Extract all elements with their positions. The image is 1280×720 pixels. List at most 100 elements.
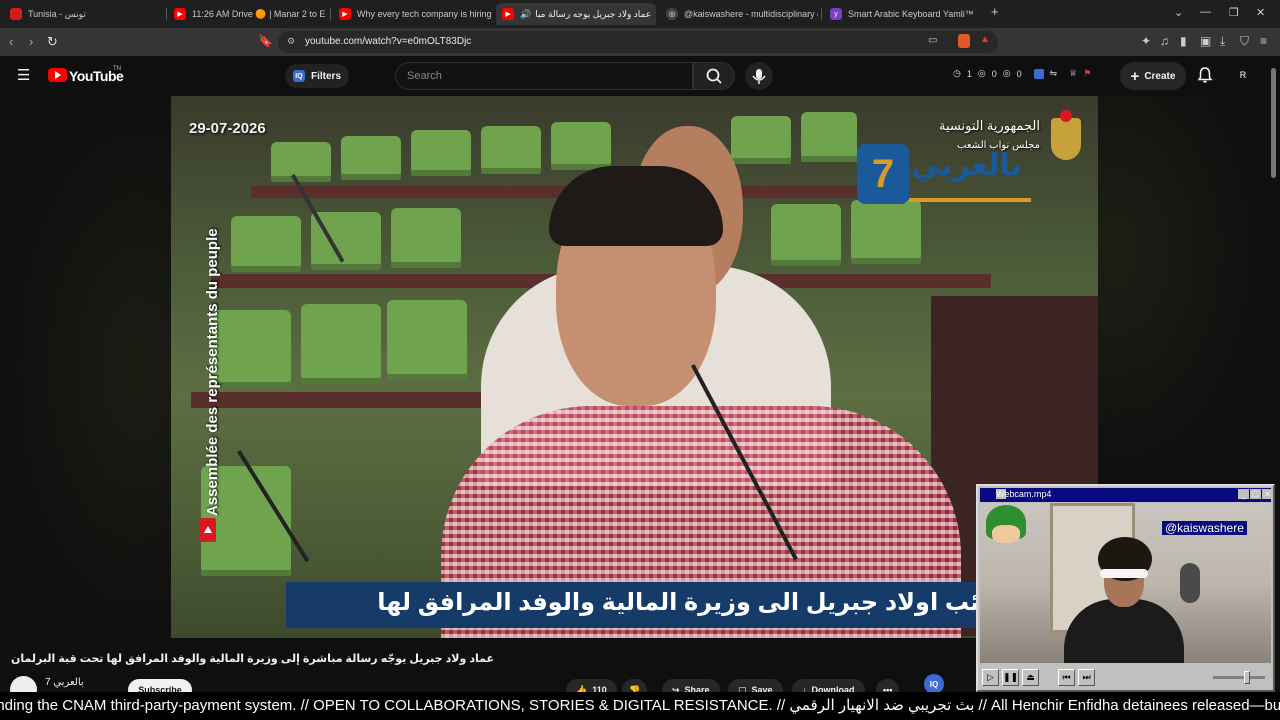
pause-icon[interactable]: ❚❚: [1002, 669, 1019, 686]
tab-label: Why every tech company is hiring fo: [357, 9, 491, 19]
tab-yamli[interactable]: y Smart Arabic Keyboard Yamli™: [824, 3, 982, 25]
tab-kaiswashere[interactable]: ◎ @kaiswashere - multidisciplinary dig: [660, 3, 818, 25]
wallet-icon[interactable]: ▣: [1200, 34, 1211, 48]
media-icon[interactable]: ♫: [1160, 34, 1169, 48]
seat: [551, 122, 611, 170]
audio-playing-icon[interactable]: 🔊: [520, 9, 531, 20]
tab-tunisia[interactable]: Tunisia - تونس: [4, 3, 164, 25]
play-icon[interactable]: ▷: [982, 669, 999, 686]
seat: [481, 126, 541, 174]
tab-label: 11:26 AM Drive 🟠 | Manar 2 to El C: [192, 8, 326, 19]
yamli-icon: y: [830, 8, 842, 20]
tab-search-chevron-icon[interactable]: ⌄: [1174, 6, 1183, 19]
tab-label: Smart Arabic Keyboard Yamli™: [848, 9, 974, 19]
tab-drive[interactable]: ▶ 11:26 AM Drive 🟠 | Manar 2 to El C: [168, 3, 326, 25]
seat: [341, 136, 401, 180]
webcam-window[interactable]: Webcam.mp4 _ □ × @kaiswashere ▷ ❚❚ ⏏ ⏮ ⏭: [976, 484, 1275, 692]
circle-icon: ◎: [1002, 68, 1011, 78]
counter-3: 0: [1016, 68, 1022, 79]
search-icon: [706, 68, 722, 84]
seat: [211, 310, 291, 388]
iq-extension-icon[interactable]: [1033, 68, 1044, 79]
seat: [301, 304, 381, 384]
brave-rewards-icon[interactable]: ▲: [980, 34, 990, 45]
speaker-hair: [549, 166, 723, 246]
volume-slider-knob[interactable]: [1244, 671, 1250, 684]
seat: [231, 216, 301, 272]
shuffle-icon[interactable]: ⇋: [1050, 68, 1058, 79]
next-track-icon[interactable]: ⏭: [1078, 669, 1095, 686]
tab-label: Tunisia - تونس: [28, 8, 86, 19]
address-bar-row: ‹ › ↻ 🔖 ⚙ youtube.com/watch?v=e0mOLT83Dj…: [0, 28, 1280, 56]
new-tab-button[interactable]: +: [991, 4, 999, 19]
ambient-right: [1098, 96, 1268, 486]
seat: [387, 300, 467, 380]
luigi-face: [992, 525, 1020, 543]
bookmark-icon[interactable]: 🔖: [258, 34, 273, 48]
seat: [851, 200, 921, 264]
seat: [771, 204, 841, 266]
extension-counters[interactable]: ◷ 1 ◎ 0 ◎ 0 ⇋ ♕ ⚑: [953, 68, 1091, 79]
eject-icon[interactable]: ⏏: [1022, 669, 1039, 686]
restore-button[interactable]: ❐: [1229, 6, 1239, 19]
volume-slider[interactable]: [1213, 676, 1265, 679]
url-text[interactable]: youtube.com/watch?v=e0mOLT83Djc: [305, 36, 471, 47]
hamburger-menu-icon[interactable]: ☰: [17, 66, 30, 84]
minimize-button[interactable]: —: [1200, 6, 1211, 18]
globe-icon: ◎: [666, 8, 678, 20]
brave-shield-icon[interactable]: [958, 34, 970, 48]
notifications-bell-icon[interactable]: [1196, 66, 1214, 84]
sidebar-icon[interactable]: ▮: [1180, 34, 1187, 48]
vertical-overlay: Assemblée des représentants du peuple: [201, 156, 221, 516]
channel-name[interactable]: بالعربي 7: [45, 677, 84, 688]
seat: [391, 208, 461, 268]
circle-icon: ◎: [977, 68, 986, 78]
create-button[interactable]: + Create: [1120, 62, 1186, 90]
iq-extension-button[interactable]: IQ: [924, 674, 944, 694]
timer-icon: ◷: [953, 68, 961, 78]
tab-label: عماد ولاد جبريل يوجه رسالة مبا: [535, 8, 652, 19]
extensions-icon[interactable]: ✦: [1141, 34, 1151, 48]
search-input[interactable]: Search: [395, 62, 693, 90]
download-icon[interactable]: ⤓: [1220, 34, 1225, 49]
cast-icon[interactable]: ▭: [928, 35, 937, 46]
close-window-button[interactable]: ✕: [1256, 6, 1265, 19]
back-icon[interactable]: ‹: [9, 34, 13, 49]
webcam-feed: @kaiswashere: [980, 503, 1271, 663]
previous-track-icon[interactable]: ⏮: [1058, 669, 1075, 686]
video-player[interactable]: 29-07-2026 Assemblée des représentants d…: [171, 96, 1098, 638]
flag-icon: [10, 8, 22, 20]
close-button[interactable]: ×: [1262, 489, 1273, 499]
channel-tag-icon: [200, 518, 216, 542]
filter-icon: IQ: [293, 70, 305, 82]
forward-icon[interactable]: ›: [29, 34, 33, 49]
seat: [731, 116, 791, 164]
microphone-icon: [752, 69, 766, 84]
create-label: Create: [1144, 70, 1176, 82]
seat: [411, 130, 471, 176]
maximize-button[interactable]: □: [1250, 489, 1261, 499]
video-title: عماد ولاد جبريل يوجّه رسالة مباشرة إلى و…: [11, 653, 495, 665]
minimize-button[interactable]: _: [1238, 489, 1249, 499]
webcam-title-bar[interactable]: Webcam.mp4 _ □ ×: [980, 488, 1273, 502]
vpn-shield-icon[interactable]: ⛉: [1240, 34, 1249, 49]
site-info-icon[interactable]: ⚙: [287, 36, 295, 47]
page-scrollbar[interactable]: [1271, 68, 1276, 178]
counter-2: 0: [991, 68, 997, 79]
tunisia-emblem-icon: [1051, 110, 1081, 160]
reload-icon[interactable]: ↻: [47, 34, 58, 50]
search-button[interactable]: [693, 62, 735, 90]
trophy-icon[interactable]: ♕: [1069, 68, 1077, 79]
notification-off-icon[interactable]: ⚑: [1083, 68, 1091, 79]
country-code: TN: [113, 66, 121, 72]
webcam-handle: @kaiswashere: [1162, 521, 1247, 535]
omnibox[interactable]: ⚙ youtube.com/watch?v=e0mOLT83Djc ▭ ▲: [278, 31, 998, 53]
account-avatar[interactable]: R: [1232, 64, 1254, 86]
video-date-overlay: 29-07-2026: [189, 120, 266, 137]
tab-tech-hiring[interactable]: ▶ Why every tech company is hiring fo: [333, 3, 491, 25]
voice-search-button[interactable]: [745, 62, 773, 90]
menu-icon[interactable]: ≡: [1260, 34, 1267, 48]
filters-button[interactable]: IQ Filters: [285, 64, 350, 88]
tab-current-video[interactable]: ▶ 🔊 عماد ولاد جبريل يوجه رسالة مبا ✕: [496, 3, 656, 25]
ambient-left: [0, 96, 171, 641]
